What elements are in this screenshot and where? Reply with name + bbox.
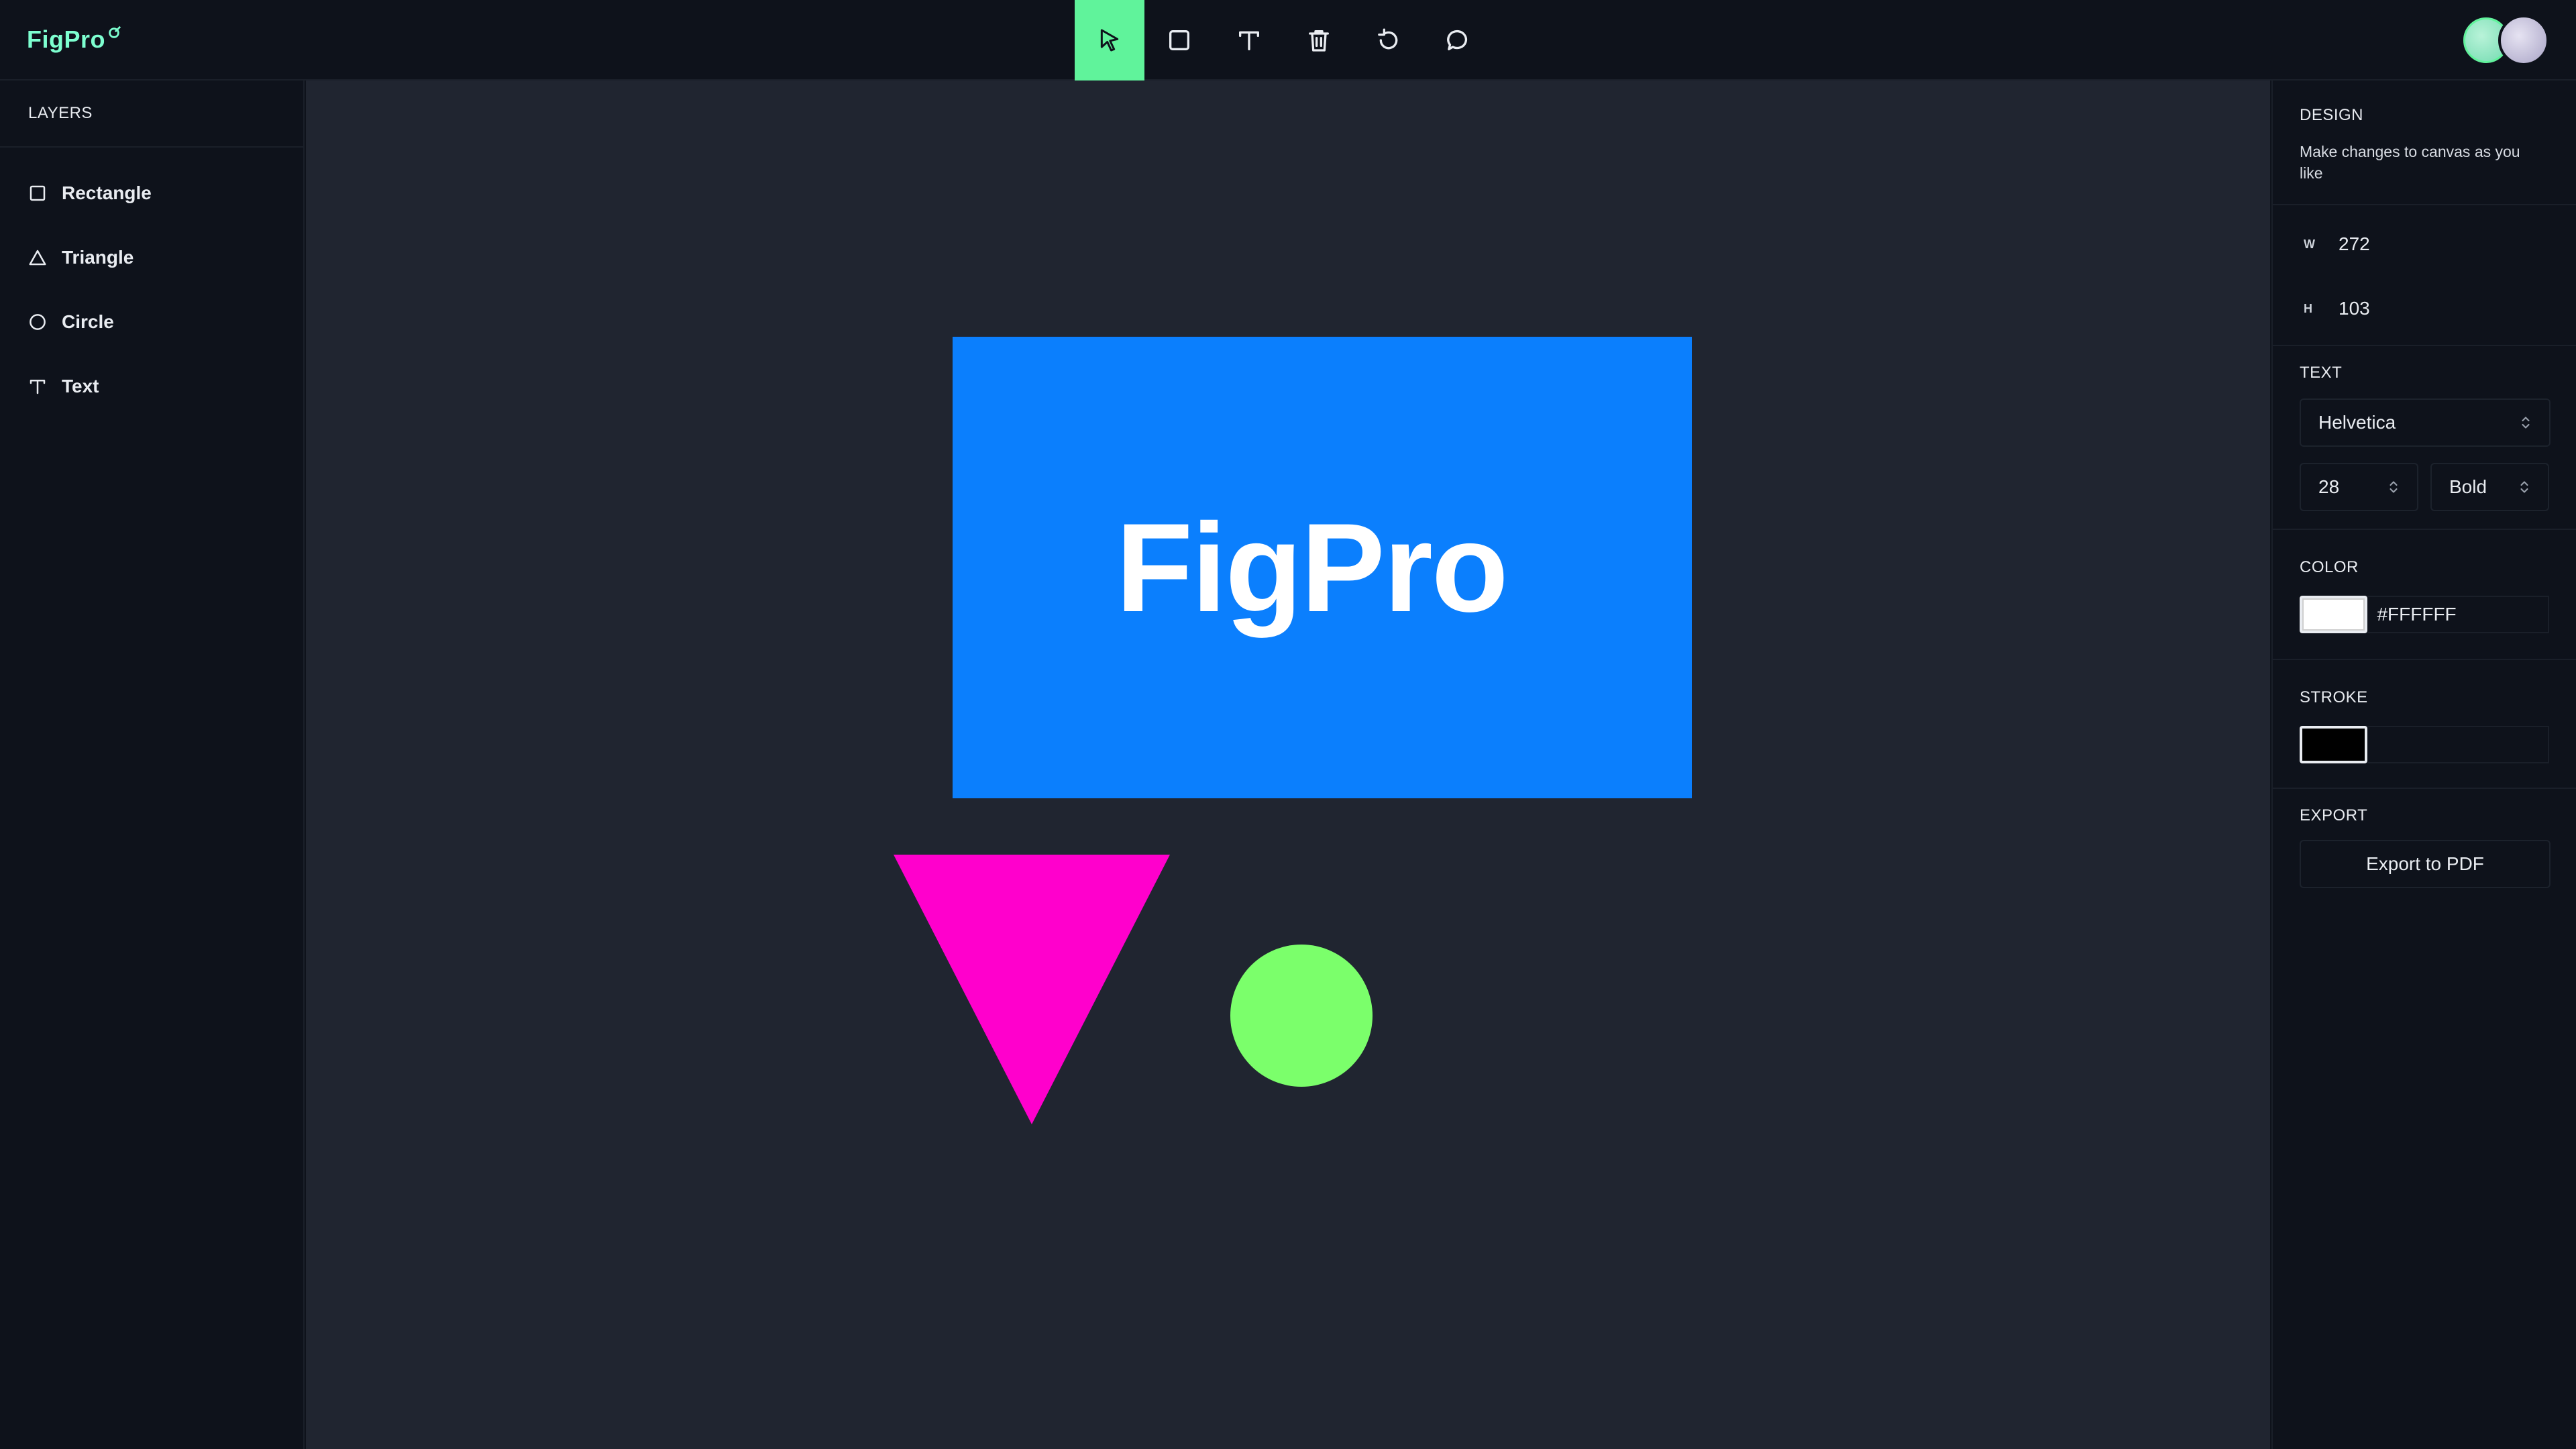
canvas-triangle[interactable] xyxy=(894,855,1170,1124)
active-users xyxy=(2461,15,2549,66)
color-hex-input[interactable]: #FFFFFF xyxy=(2367,596,2549,633)
layer-item-rectangle[interactable]: Rectangle xyxy=(0,161,303,225)
layer-item-text[interactable]: Text xyxy=(0,354,303,419)
text-icon xyxy=(1239,31,1259,51)
cursor-icon xyxy=(1100,29,1119,52)
chevron-up-down-icon xyxy=(2522,417,2530,429)
figpro-app: FigPro LAYERS Rectangle Triangle Circle … xyxy=(0,0,2576,1449)
layers-panel: LAYERS Rectangle Triangle Circle Text xyxy=(0,80,305,1449)
design-canvas[interactable]: FigPro xyxy=(306,80,2270,1449)
text-tool-button[interactable] xyxy=(1214,0,1284,80)
chevron-up-down-icon xyxy=(2390,481,2398,493)
export-heading: EXPORT xyxy=(2300,806,2368,824)
font-size-select[interactable]: 28 xyxy=(2300,463,2418,511)
font-weight-select[interactable]: Bold xyxy=(2430,463,2549,511)
app-logo-text: FigPro xyxy=(27,25,105,53)
width-input[interactable]: 272 xyxy=(2339,233,2370,255)
font-size-value: 28 xyxy=(2318,476,2340,497)
layers-heading: LAYERS xyxy=(0,80,303,148)
comment-tool-button[interactable] xyxy=(1424,0,1493,80)
canvas-rectangle[interactable]: FigPro xyxy=(953,337,1692,798)
layer-item-label: Circle xyxy=(62,311,114,332)
width-label: W xyxy=(2304,237,2315,251)
select-tool-button[interactable] xyxy=(1075,0,1144,80)
font-family-value: Helvetica xyxy=(2318,412,2396,433)
stroke-heading: STROKE xyxy=(2300,688,2368,706)
chevron-up-down-icon xyxy=(2520,481,2528,493)
stroke-section: STROKE xyxy=(2273,660,2576,789)
stroke-row xyxy=(2300,726,2549,763)
export-pdf-button[interactable]: Export to PDF xyxy=(2300,840,2551,888)
height-row: H 103 xyxy=(2300,276,2549,341)
top-bar: FigPro xyxy=(0,0,2576,80)
avatar[interactable] xyxy=(2498,15,2549,66)
delete-tool-button[interactable] xyxy=(1284,0,1354,80)
layer-item-label: Text xyxy=(62,376,99,396)
trash-icon xyxy=(1309,30,1329,52)
font-options-row: 28 Bold xyxy=(2300,463,2549,511)
square-icon xyxy=(27,182,48,204)
design-header: DESIGN Make changes to canvas as you lik… xyxy=(2273,80,2576,205)
design-title: DESIGN xyxy=(2300,106,2364,124)
text-section: TEXT Helvetica 28 Bold xyxy=(2273,346,2576,530)
toolbar xyxy=(1075,0,1493,80)
reset-tool-button[interactable] xyxy=(1354,0,1424,80)
text-heading: TEXT xyxy=(2300,364,2343,382)
height-input[interactable]: 103 xyxy=(2339,298,2370,319)
stroke-hex-input[interactable] xyxy=(2367,726,2549,763)
height-label: H xyxy=(2304,301,2312,315)
layer-item-label: Rectangle xyxy=(62,182,152,203)
design-panel: DESIGN Make changes to canvas as you lik… xyxy=(2271,80,2576,1449)
font-family-select[interactable]: Helvetica xyxy=(2300,398,2551,447)
layer-item-label: Triangle xyxy=(62,247,134,268)
width-row: W 272 xyxy=(2300,212,2549,276)
color-section: COLOR #FFFFFF xyxy=(2273,530,2576,660)
layer-item-triangle[interactable]: Triangle xyxy=(0,225,303,290)
text-icon xyxy=(27,376,48,397)
color-heading: COLOR xyxy=(2300,558,2359,576)
design-description: Make changes to canvas as you like xyxy=(2300,143,2520,182)
square-icon xyxy=(1169,30,1189,50)
rotate-icon xyxy=(1378,28,1398,50)
font-weight-value: Bold xyxy=(2449,476,2487,497)
canvas-circle[interactable] xyxy=(1230,945,1373,1087)
dimensions-section: W 272 H 103 xyxy=(2273,205,2576,346)
comment-icon xyxy=(1447,30,1467,51)
triangle-icon xyxy=(27,247,48,268)
canvas-text[interactable]: FigPro xyxy=(1116,495,1508,640)
circle-icon xyxy=(27,311,48,333)
stroke-swatch[interactable] xyxy=(2300,726,2368,763)
app-logo[interactable]: FigPro xyxy=(27,25,121,54)
color-swatch[interactable] xyxy=(2300,596,2368,633)
layer-item-circle[interactable]: Circle xyxy=(0,290,303,354)
color-row: #FFFFFF xyxy=(2300,596,2549,633)
rectangle-tool-button[interactable] xyxy=(1144,0,1214,80)
pen-icon xyxy=(109,25,121,38)
layers-list: Rectangle Triangle Circle Text xyxy=(0,148,303,419)
export-section: EXPORT Export to PDF xyxy=(2273,789,2576,888)
